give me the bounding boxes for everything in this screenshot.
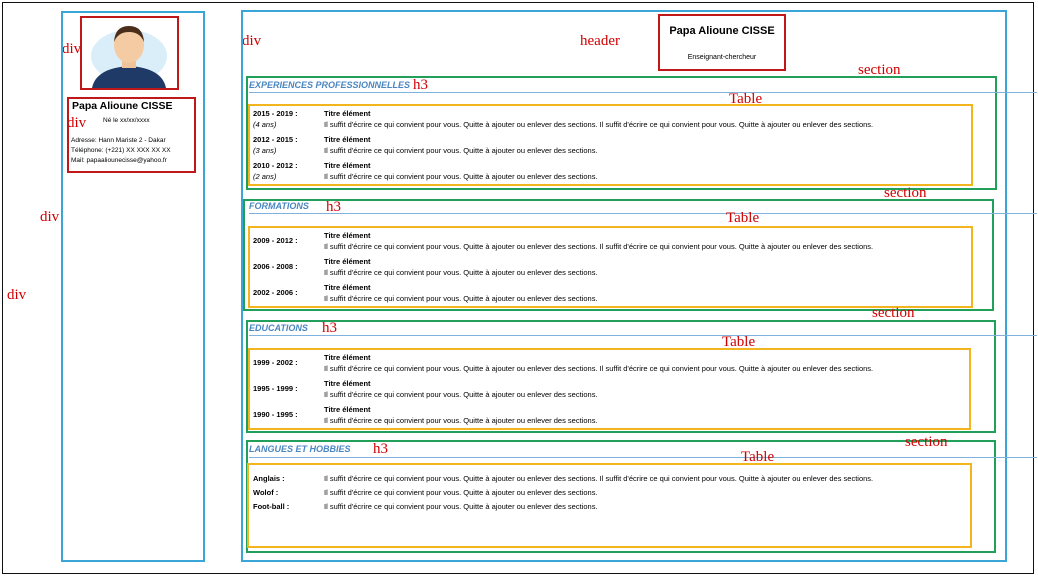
- label-section-3: section: [872, 305, 915, 321]
- row-label: Foot-ball :: [253, 502, 290, 511]
- label-h3-1: h3: [413, 77, 428, 93]
- row-title: Titre élément: [324, 257, 371, 266]
- row-date: 2009 - 2012 :: [253, 236, 298, 245]
- h3-underline: [249, 335, 1037, 336]
- row-text: Il suffit d'écrire ce qui convient pour …: [324, 364, 874, 373]
- row-text: Il suffit d'écrire ce qui convient pour …: [324, 474, 874, 483]
- h3-experiences: EXPERIENCES PROFESSIONNELLES: [249, 80, 411, 90]
- row-text: Il suffit d'écrire ce qui convient pour …: [324, 294, 598, 303]
- row-title: Titre élément: [324, 109, 371, 118]
- row-text: Il suffit d'écrire ce qui convient pour …: [324, 172, 598, 181]
- row-date: 2012 - 2015 :: [253, 135, 298, 144]
- row-duration: (2 ans): [253, 172, 277, 181]
- row-text: Il suffit d'écrire ce qui convient pour …: [324, 268, 598, 277]
- h3-educations: EDUCATIONS: [249, 323, 308, 333]
- h3-langues: LANGUES ET HOBBIES: [249, 444, 351, 454]
- h3-formations: FORMATIONS: [249, 201, 309, 211]
- profile-address: Adresse: Hann Mariste 2 - Dakar: [71, 137, 166, 144]
- header-name: Papa Alioune CISSE: [669, 25, 775, 37]
- row-text: Il suffit d'écrire ce qui convient pour …: [324, 488, 598, 497]
- row-text: Il suffit d'écrire ce qui convient pour …: [324, 120, 874, 129]
- row-date: 2015 - 2019 :: [253, 109, 298, 118]
- row-text: Il suffit d'écrire ce qui convient pour …: [324, 502, 598, 511]
- row-title: Titre élément: [324, 353, 371, 362]
- row-text: Il suffit d'écrire ce qui convient pour …: [324, 146, 598, 155]
- profile-birthdate: Né le xx/xx/xxxx: [103, 117, 150, 124]
- row-title: Titre élément: [324, 379, 371, 388]
- label-h3-3: h3: [322, 320, 337, 336]
- row-date: 1990 - 1995 :: [253, 410, 298, 419]
- row-label: Wolof :: [253, 488, 279, 497]
- row-title: Titre élément: [324, 161, 371, 170]
- label-table-2: Table: [726, 210, 760, 226]
- row-date: 2002 - 2006 :: [253, 288, 298, 297]
- row-date: 1995 - 1999 :: [253, 384, 298, 393]
- row-title: Titre élément: [324, 283, 371, 292]
- row-duration: (3 ans): [253, 146, 277, 155]
- header-role: Enseignant-chercheur: [687, 54, 757, 61]
- photo-box: [80, 16, 179, 90]
- row-title: Titre élément: [324, 231, 371, 240]
- row-date: 2006 - 2008 :: [253, 262, 298, 271]
- label-section-1: section: [858, 62, 901, 78]
- h3-underline: [249, 92, 1037, 93]
- label-outer-div: div: [7, 287, 27, 303]
- label-h3-4: h3: [373, 441, 388, 457]
- profile-mail: Mail: papaaliounecisse@yahoo.fr: [71, 157, 167, 164]
- row-text: Il suffit d'écrire ce qui convient pour …: [324, 390, 598, 399]
- row-duration: (4 ans): [253, 120, 277, 129]
- h3-underline: [249, 457, 1037, 458]
- row-text: Il suffit d'écrire ce qui convient pour …: [324, 242, 874, 251]
- header-box: Papa Alioune CISSE Enseignant-chercheur: [658, 14, 786, 71]
- profile-name: Papa Alioune CISSE: [72, 100, 173, 112]
- profile-info-box: Papa Alioune CISSE Né le xx/xx/xxxx Adre…: [67, 97, 196, 173]
- label-section-4: section: [905, 434, 948, 450]
- label-section-2: section: [884, 185, 927, 201]
- row-date: 2010 - 2012 :: [253, 161, 298, 170]
- row-date: 1999 - 2002 :: [253, 358, 298, 367]
- row-text: Il suffit d'écrire ce qui convient pour …: [324, 416, 598, 425]
- avatar-icon: [91, 26, 167, 88]
- row-title: Titre élément: [324, 135, 371, 144]
- row-label: Anglais :: [253, 474, 285, 483]
- label-sidebar-div: div: [40, 209, 60, 225]
- sidebar-div-box: [61, 11, 205, 562]
- row-title: Titre élément: [324, 405, 371, 414]
- profile-phone: Téléphone: (+221) XX XXX XX XX: [71, 147, 171, 154]
- h3-underline: [249, 213, 1037, 214]
